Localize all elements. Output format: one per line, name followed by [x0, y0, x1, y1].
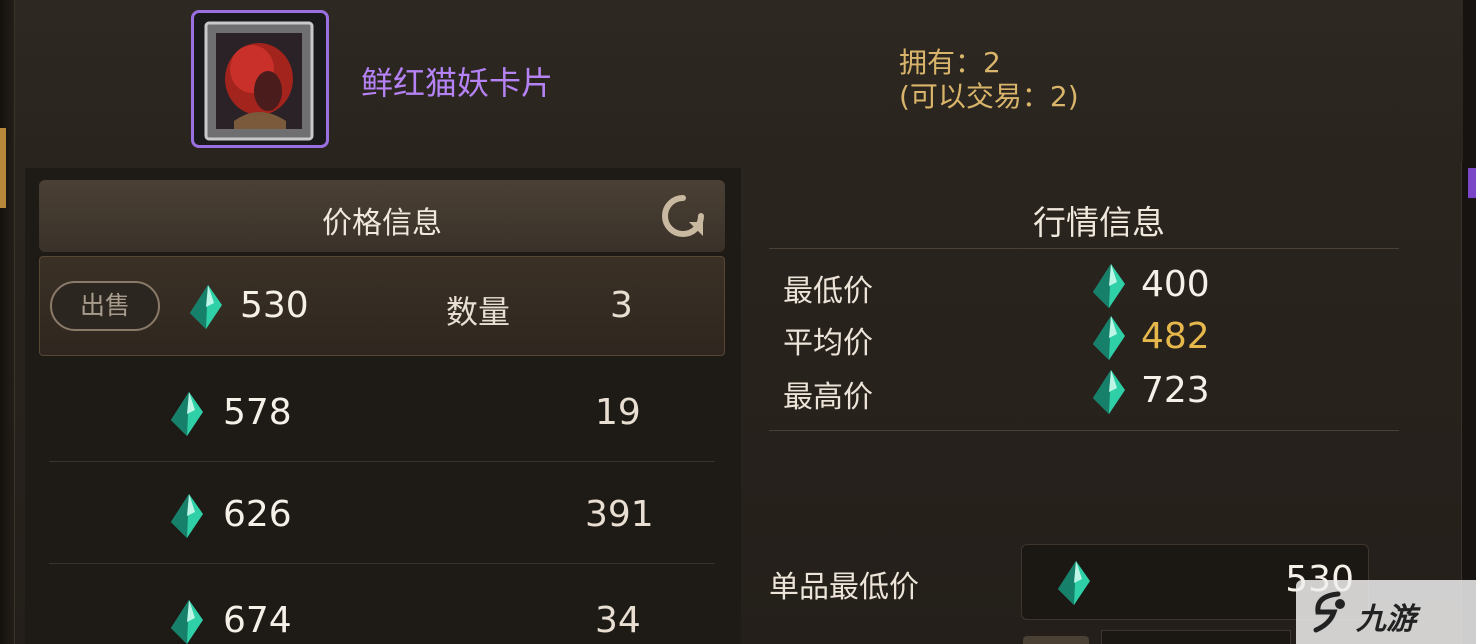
price-info-title: 价格信息: [322, 206, 442, 241]
watermark-text: 九游: [1356, 602, 1416, 637]
right-edge: [1462, 0, 1476, 644]
sell-button[interactable]: 出售: [50, 281, 160, 331]
average-price-label: 平均价: [783, 326, 873, 361]
listing-price: 626: [223, 494, 292, 535]
left-edge-accent: [0, 128, 6, 208]
watermark: 九游: [1296, 580, 1476, 644]
price-info-header: 价格信息: [39, 180, 725, 252]
listing-row[interactable]: 578 19: [39, 362, 725, 462]
owned-count: 拥有：2: [899, 46, 1001, 79]
gem-icon: [171, 494, 203, 538]
highest-price-value: 723: [1141, 370, 1210, 411]
listing-quantity: 3: [610, 285, 633, 326]
listing-quantity: 34: [595, 600, 641, 641]
listing-price: 674: [223, 600, 292, 641]
gem-icon: [1058, 561, 1090, 605]
gem-icon: [1093, 316, 1125, 360]
gem-icon: [171, 600, 203, 644]
refresh-icon[interactable]: [659, 192, 707, 240]
listing-row[interactable]: 出售 530 数量 3: [39, 256, 725, 356]
item-header: 鲜红猫妖卡片 拥有：2 (可以交易：2): [15, 0, 1463, 162]
listing-row[interactable]: 626 391: [39, 464, 725, 564]
lowest-price-label: 最低价: [783, 274, 873, 309]
jiuyou-logo-icon: [1313, 591, 1345, 633]
trade-panel: 鲜红猫妖卡片 拥有：2 (可以交易：2) 价格信息 出售 530 数量 3 57…: [14, 0, 1463, 644]
partial-button[interactable]: [1023, 636, 1089, 644]
unit-min-price-label: 单品最低价: [769, 570, 919, 605]
listing-price: 530: [240, 285, 309, 326]
gem-icon: [190, 285, 222, 329]
gem-icon: [1093, 370, 1125, 414]
partial-input[interactable]: [1101, 630, 1291, 644]
listing-quantity: 391: [585, 494, 654, 535]
item-name: 鲜红猫妖卡片: [361, 64, 554, 102]
listing-quantity: 19: [595, 392, 641, 433]
gem-icon: [1093, 264, 1125, 308]
cat-demon-card-icon: [204, 21, 314, 141]
gem-icon: [171, 392, 203, 436]
average-price-value: 482: [1141, 316, 1210, 357]
listing-row[interactable]: 674 34: [39, 566, 725, 644]
lowest-price-value: 400: [1141, 264, 1210, 305]
quantity-label: 数量: [446, 293, 511, 331]
tradable-count: (可以交易：2): [899, 80, 1079, 113]
owned-info: 拥有：2 (可以交易：2): [899, 46, 1079, 114]
row-divider: [49, 563, 715, 564]
divider: [769, 430, 1399, 431]
market-info-title: 行情信息: [1033, 203, 1165, 242]
left-edge: [0, 0, 14, 644]
highest-price-label: 最高价: [783, 380, 873, 415]
market-info-section: 行情信息 最低价 400 平均价 482 最高价 723 单品最低价 530: [749, 168, 1449, 644]
right-edge-accent: [1468, 168, 1476, 198]
price-info-section: 价格信息 出售 530 数量 3 578 19 626 391 674 34: [25, 168, 741, 644]
listing-price: 578: [223, 392, 292, 433]
divider: [769, 248, 1399, 249]
item-card-thumbnail[interactable]: [191, 10, 329, 148]
row-divider: [49, 461, 715, 462]
